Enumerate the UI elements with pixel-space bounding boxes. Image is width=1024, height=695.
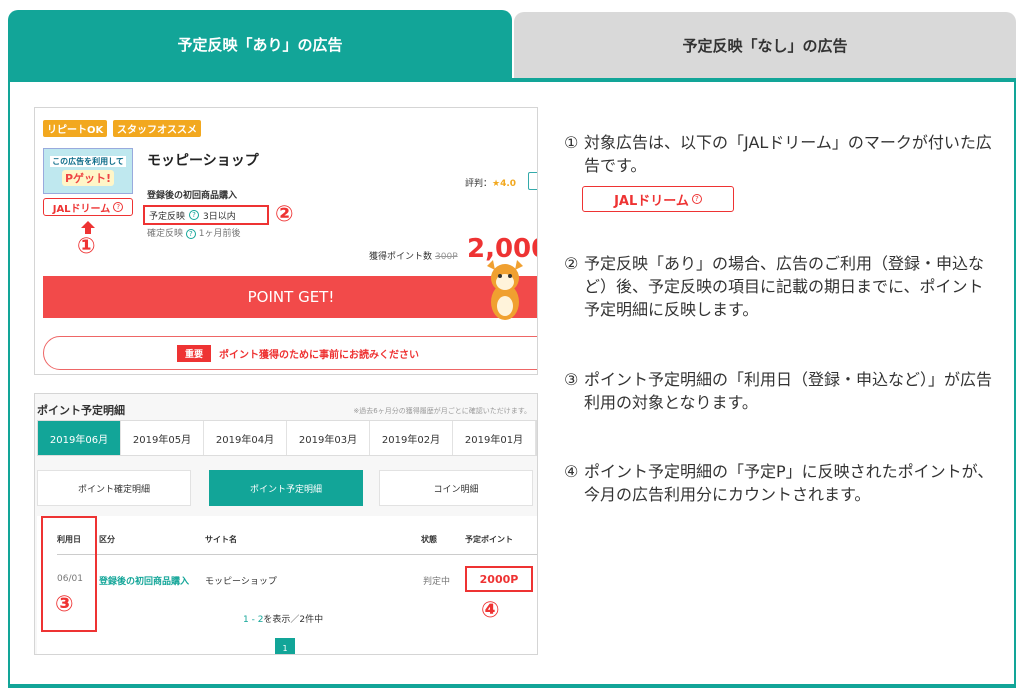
yotei-label: 予定反映 bbox=[149, 211, 186, 222]
marker-4: ④ bbox=[481, 598, 500, 623]
month-tab[interactable]: 2019年06月 bbox=[38, 421, 121, 455]
month-tab[interactable]: 2019年05月 bbox=[121, 421, 204, 455]
point-get-button[interactable]: POINT GET! bbox=[43, 276, 537, 318]
staff-recommend-badge: スタッフオススメ bbox=[113, 120, 201, 137]
month-tab[interactable]: 2019年04月 bbox=[204, 421, 287, 455]
col-site: サイト名 bbox=[205, 535, 237, 544]
col-status: 状態 bbox=[421, 535, 437, 544]
important-notice[interactable]: 重要 ポイント獲得のために事前にお読みください bbox=[43, 336, 537, 370]
shop-name: モッピーショップ bbox=[147, 153, 259, 169]
rating-box bbox=[528, 172, 537, 190]
rating-stars: ★4.0 bbox=[492, 179, 517, 189]
explanation-1: ① 対象広告は、以下の「JALドリーム」のマークが付いた広告です。 bbox=[564, 133, 992, 175]
tab-yotei-ari[interactable]: 予定反映「あり」の広告 bbox=[8, 10, 512, 78]
arrow-up-icon bbox=[81, 221, 95, 228]
detail-note: ※過去6ヶ月分の獲得履歴が月ごとに確認いただけます。 bbox=[353, 407, 531, 415]
notice-text: ポイント獲得のために事前にお読みください bbox=[219, 349, 419, 361]
explanation-2: ② 予定反映「あり」の場合、広告のご利用（登録・申込など）後、予定反映の項目に記… bbox=[564, 254, 985, 319]
shop-category: 登録後の初回商品購入 bbox=[147, 191, 238, 201]
help-icon: ? bbox=[113, 202, 124, 212]
rating: 評判：★4.0 bbox=[465, 179, 517, 189]
yotei-value: 3日以内 bbox=[203, 211, 236, 222]
header-divider bbox=[57, 554, 537, 555]
marker-3: ③ bbox=[55, 592, 74, 617]
paging-info: 1 - 2を表示／2件中 bbox=[243, 615, 324, 625]
col-points: 予定ポイント bbox=[465, 535, 513, 544]
yotei-points-highlight: 2000P bbox=[465, 566, 533, 592]
subtab-coin[interactable]: コイン明細 bbox=[379, 470, 533, 506]
page-button[interactable]: 1 bbox=[275, 638, 295, 654]
important-chip: 重要 bbox=[176, 344, 211, 362]
detail-table: 利用日 区分 サイト名 状態 予定ポイント 06/01 登録後の初回商品購入 モ… bbox=[37, 516, 537, 654]
points-old: 300P bbox=[435, 252, 458, 262]
explanation-3: ③ ポイント予定明細の「利用日（登録・申込など）」が広告利用の対象となります。 bbox=[564, 370, 993, 412]
detail-title: ポイント予定明細 bbox=[37, 404, 125, 417]
thumb-caption: この広告を利用して bbox=[50, 156, 126, 167]
detail-subtabs: ポイント確定明細 ポイント予定明細 コイン明細 bbox=[37, 470, 537, 506]
point-detail-screenshot: ポイント予定明細 ※過去6ヶ月分の獲得履歴が月ごとに確認いただけます。 2019… bbox=[34, 393, 538, 655]
repeat-ok-badge: リピートOK bbox=[43, 120, 108, 137]
explanation-4: ④ ポイント予定明細の「予定P」に反映されたポイントが、今月の広告利用分にカウン… bbox=[564, 462, 994, 504]
month-tab[interactable]: 2019年02月 bbox=[370, 421, 453, 455]
subtab-kakutei[interactable]: ポイント確定明細 bbox=[37, 470, 191, 506]
kakutei-hanei: 確定反映 ? 1ヶ月前後 bbox=[147, 229, 241, 239]
col-kubun: 区分 bbox=[99, 535, 115, 544]
yotei-hanei-highlight: 予定反映 ? 3日以内 bbox=[143, 205, 269, 225]
marker-2: ② bbox=[275, 202, 294, 227]
row-site[interactable]: モッピーショップ bbox=[205, 574, 277, 587]
squirrel-mascot-icon bbox=[487, 260, 523, 320]
marker-1: ① bbox=[77, 234, 96, 259]
jal-dream-badge: JALドリーム ? bbox=[582, 186, 734, 212]
jal-dream-label: JALドリーム bbox=[52, 203, 111, 215]
points-label: 獲得ポイント数 300P bbox=[369, 252, 458, 262]
thumb-pget: Pゲット! bbox=[61, 170, 115, 186]
tab-yotei-nashi[interactable]: 予定反映「なし」の広告 bbox=[514, 12, 1016, 78]
ad-thumbnail: この広告を利用して Pゲット! bbox=[43, 148, 133, 194]
row-kubun[interactable]: 登録後の初回商品購入 bbox=[99, 574, 189, 587]
paging-range: 1 - 2 bbox=[243, 615, 264, 625]
tab-bar: 予定反映「あり」の広告 予定反映「なし」の広告 bbox=[8, 10, 1016, 78]
help-icon: ? bbox=[189, 210, 200, 220]
jal-dream-tag[interactable]: JALドリーム ? bbox=[43, 198, 133, 216]
month-tabs: 2019年06月 2019年05月 2019年04月 2019年03月 2019… bbox=[37, 420, 537, 456]
month-tab[interactable]: 2019年01月 bbox=[453, 421, 536, 455]
help-icon: ? bbox=[691, 194, 702, 204]
subtab-yotei[interactable]: ポイント予定明細 bbox=[209, 470, 363, 506]
row-status: 判定中 bbox=[423, 577, 451, 587]
ad-card-screenshot: リピートOK スタッフオススメ この広告を利用して Pゲット! モッピーショップ… bbox=[34, 107, 538, 375]
month-tab[interactable]: 2019年03月 bbox=[287, 421, 370, 455]
